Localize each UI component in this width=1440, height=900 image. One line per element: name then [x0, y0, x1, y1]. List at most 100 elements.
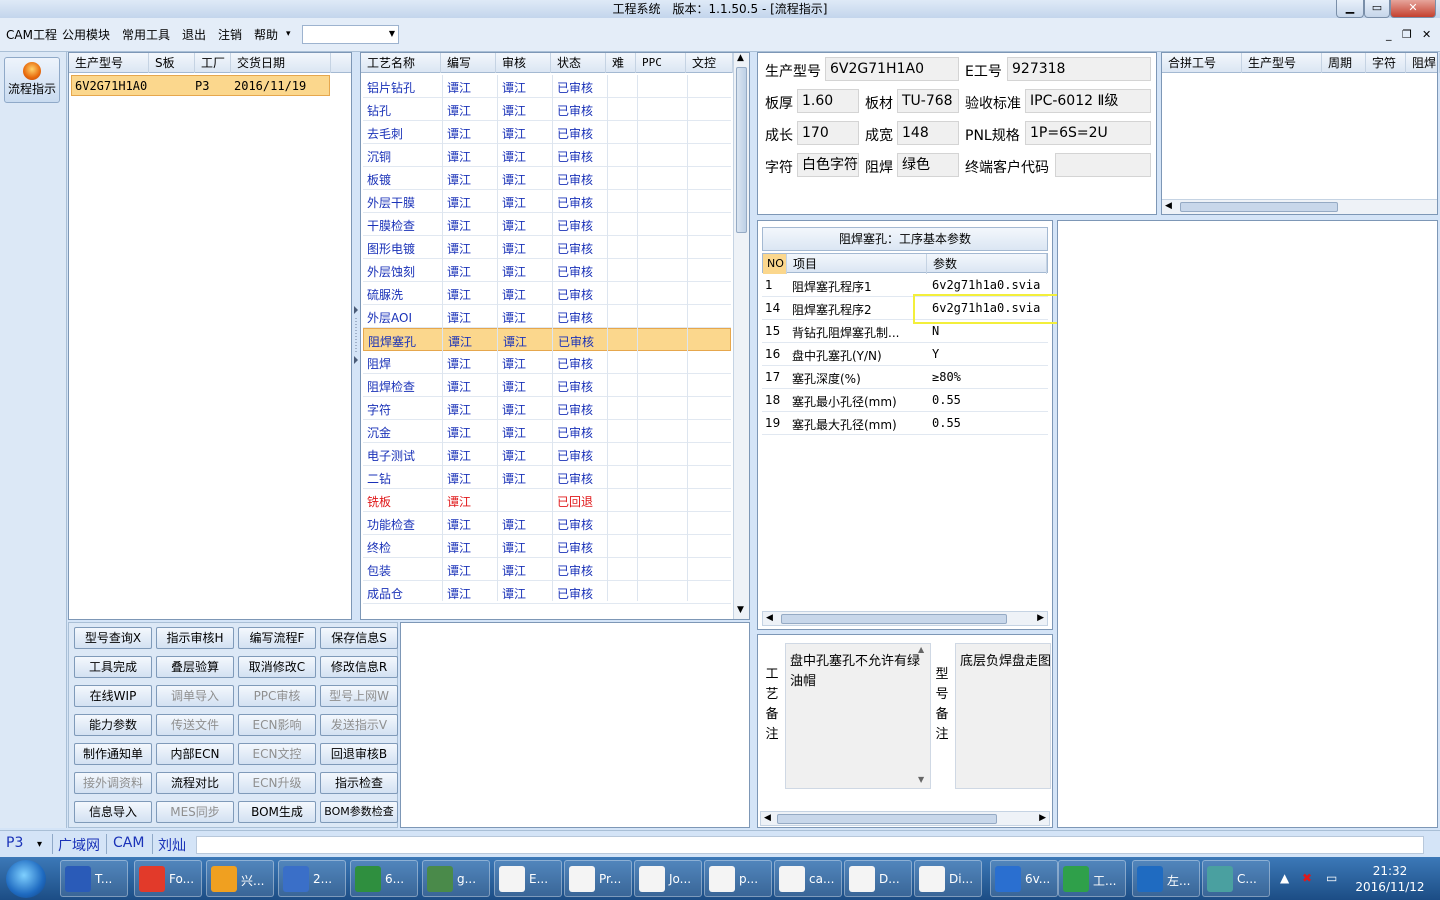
table-row[interactable]: 沉铜 谭江 谭江 已审核	[363, 144, 731, 167]
taskbar-item[interactable]: g...	[422, 860, 490, 897]
scrollbar-thumb[interactable]	[736, 67, 747, 233]
scrollbar-thumb[interactable]	[1180, 202, 1338, 212]
function-button[interactable]: 流程对比	[156, 772, 234, 794]
scroll-up-icon[interactable]: ▲	[918, 645, 924, 654]
param-row[interactable]: 16 盘中孔塞孔(Y/N) Y	[762, 343, 1048, 366]
param-row[interactable]: 17 塞孔深度(%) ≥80%	[762, 366, 1048, 389]
taskbar-item[interactable]: ca...	[774, 860, 842, 897]
function-button[interactable]: 信息导入	[74, 801, 152, 823]
taskbar-clock[interactable]: 21:32 2016/11/12	[1348, 863, 1432, 895]
col-doc-control[interactable]: 文控	[686, 53, 733, 73]
table-row[interactable]: 外层蚀刻 谭江 谭江 已审核	[363, 259, 731, 282]
scroll-down-icon[interactable]: ▼	[737, 605, 744, 615]
table-row[interactable]: 功能检查 谭江 谭江 已审核	[363, 512, 731, 535]
mask-field[interactable]: 绿色	[897, 153, 959, 177]
function-button[interactable]: PPC审核	[238, 685, 316, 707]
function-button[interactable]: ECN影响	[238, 714, 316, 736]
function-button[interactable]: 指示审核H	[156, 627, 234, 649]
col-delivery-date[interactable]: 交货日期	[231, 53, 331, 73]
char-field[interactable]: 白色字符	[797, 153, 859, 177]
table-row[interactable]: 铝片钻孔 谭江 谭江 已审核	[363, 75, 731, 98]
prod-model-field[interactable]: 6V2G71H1A0	[825, 57, 959, 81]
pnl-field[interactable]: 1P=6S=2U	[1025, 121, 1151, 145]
col-value[interactable]: 参数	[927, 254, 1047, 274]
col-combine-no[interactable]: 合拼工号	[1162, 53, 1242, 73]
menu-help[interactable]: 帮助	[254, 26, 278, 43]
thickness-field[interactable]: 1.60	[797, 89, 859, 113]
table-row[interactable]: 终检 谭江 谭江 已审核	[363, 535, 731, 558]
customer-field[interactable]	[1055, 153, 1151, 177]
tray-arrow-icon[interactable]: ▲	[1280, 871, 1289, 885]
function-button[interactable]: 保存信息S	[320, 627, 398, 649]
table-row[interactable]: 去毛刺 谭江 谭江 已审核	[363, 121, 731, 144]
taskbar-item[interactable]: T...	[60, 860, 128, 897]
table-row[interactable]: 铣板 谭江 已回退	[363, 489, 731, 512]
function-button[interactable]: 取消修改C	[238, 656, 316, 678]
help-dropdown-icon[interactable]: ▾	[286, 29, 291, 39]
close-button[interactable]: ✕	[1390, 0, 1436, 18]
scroll-up-icon[interactable]: ▲	[737, 53, 744, 63]
taskbar-item[interactable]: 左...	[1132, 860, 1200, 897]
combine-table-hscroll[interactable]: ◀	[1162, 199, 1437, 214]
taskbar-item[interactable]: 工...	[1058, 860, 1126, 897]
scroll-right-icon[interactable]: ▶	[1039, 813, 1046, 823]
material-field[interactable]: TU-768	[897, 89, 959, 113]
menu-exit[interactable]: 退出	[182, 26, 206, 43]
function-button[interactable]: BOM参数检查	[320, 801, 398, 823]
table-row[interactable]: 外层AOI 谭江 谭江 已审核	[363, 305, 731, 328]
scroll-left-icon[interactable]: ◀	[766, 613, 773, 623]
taskbar-item[interactable]: Fo...	[134, 860, 202, 897]
param-row[interactable]: 19 塞孔最大孔径(mm) 0.55	[762, 412, 1048, 435]
splitter-handle[interactable]	[353, 300, 359, 370]
scrollbar-thumb[interactable]	[781, 614, 1007, 624]
menu-common-modules[interactable]: 公用模块	[62, 26, 110, 43]
taskbar-item[interactable]: 2...	[278, 860, 346, 897]
table-row[interactable]: 包装 谭江 谭江 已审核	[363, 558, 731, 581]
scrollbar-thumb[interactable]	[777, 814, 997, 824]
col-no[interactable]: NO	[763, 254, 787, 274]
function-button[interactable]: 型号查询X	[74, 627, 152, 649]
table-row[interactable]: 成品仓 谭江 谭江 已审核	[363, 581, 731, 604]
menu-cam[interactable]: CAM工程	[6, 26, 57, 43]
table-row[interactable]: 二钻 谭江 谭江 已审核	[363, 466, 731, 489]
function-button[interactable]: 能力参数	[74, 714, 152, 736]
start-button[interactable]	[6, 860, 46, 898]
table-row[interactable]: 图形电镀 谭江 谭江 已审核	[363, 236, 731, 259]
process-remark-text[interactable]: 盘中孔塞孔不允许有绿油帽	[785, 643, 931, 789]
table-row[interactable]: 外层干膜 谭江 谭江 已审核	[363, 190, 731, 213]
table-row[interactable]: 钻孔 谭江 谭江 已审核	[363, 98, 731, 121]
taskbar-item[interactable]: p...	[704, 860, 772, 897]
col-item[interactable]: 项目	[787, 254, 927, 274]
mdi-minimize-button[interactable]: _	[1386, 28, 1392, 41]
function-button[interactable]: ECN文控	[238, 743, 316, 765]
function-button[interactable]: 编写流程F	[238, 627, 316, 649]
model-remark-text[interactable]: 底层负焊盘走图	[955, 643, 1051, 789]
taskbar-item[interactable]: E...	[494, 860, 562, 897]
network-warning-icon[interactable]: ✖	[1302, 871, 1312, 885]
params-hscroll[interactable]: ◀ ▶	[762, 611, 1048, 626]
table-row[interactable]: 阻焊检查 谭江 谭江 已审核	[363, 374, 731, 397]
function-button[interactable]: 接外调资料	[74, 772, 152, 794]
table-row[interactable]: 电子测试 谭江 谭江 已审核	[363, 443, 731, 466]
window-title-bar[interactable]: 工程系统 版本：1.1.50.5 - [流程指示]	[0, 0, 1440, 18]
function-button[interactable]: 传送文件	[156, 714, 234, 736]
col-combine-mask[interactable]: 阻焊	[1406, 53, 1440, 73]
col-s-board[interactable]: S板	[149, 53, 195, 73]
table-row[interactable]: 硫脲洗 谭江 谭江 已审核	[363, 282, 731, 305]
remarks-hscroll[interactable]: ◀ ▶	[760, 811, 1050, 826]
length-field[interactable]: 170	[797, 121, 859, 145]
function-button[interactable]: 叠层验算	[156, 656, 234, 678]
minimize-button[interactable]: ▁	[1336, 0, 1364, 18]
flow-instruction-button[interactable]: 流程指示	[4, 57, 60, 103]
maximize-button[interactable]: ▭	[1364, 0, 1390, 18]
table-row[interactable]: 阻焊 谭江 谭江 已审核	[363, 351, 731, 374]
col-status[interactable]: 状态	[551, 53, 606, 73]
function-button[interactable]: ECN升级	[238, 772, 316, 794]
col-combine-char[interactable]: 字符	[1366, 53, 1406, 73]
taskbar-item[interactable]: Jo...	[634, 860, 702, 897]
table-row[interactable]: 阻焊塞孔 谭江 谭江 已审核	[363, 328, 731, 351]
taskbar-item[interactable]: 6v...	[990, 860, 1058, 897]
table-row[interactable]: 沉金 谭江 谭江 已审核	[363, 420, 731, 443]
function-button[interactable]: 回退审核B	[320, 743, 398, 765]
col-process-name[interactable]: 工艺名称	[361, 53, 441, 73]
